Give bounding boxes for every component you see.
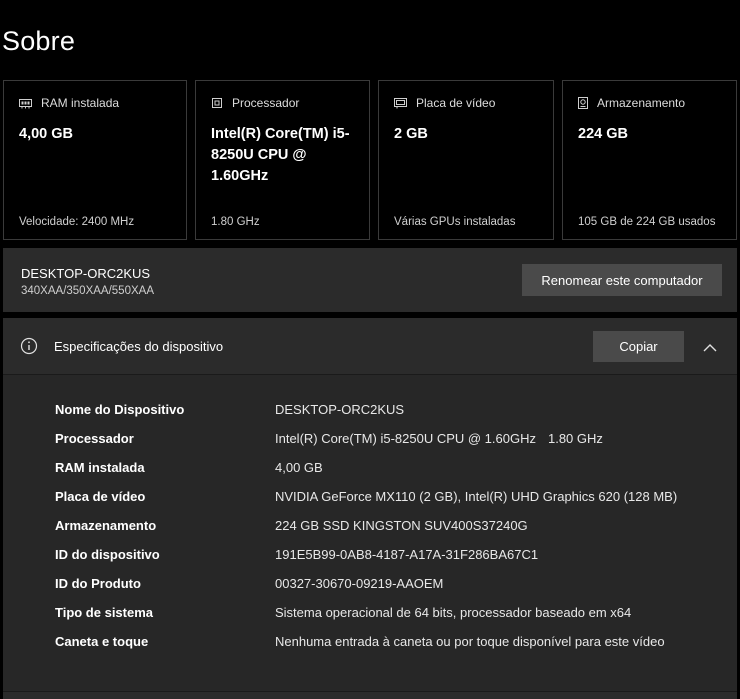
specs-title: Especificações do dispositivo [54,339,224,354]
spec-label: RAM instalada [55,460,145,475]
card-ram-value: 4,00 GB [19,126,73,142]
page-title: Sobre [2,26,76,56]
processor-icon [211,97,223,109]
device-model: 340XAA/350XAA/550XAA [21,285,154,297]
card-gpu-value: 2 GB [394,126,428,142]
spec-label: Tipo de sistema [55,605,154,620]
spec-value: 4,00 GB [275,460,323,475]
device-rename-panel: DESKTOP-ORC2KUS 340XAA/350XAA/550XAA Ren… [3,248,737,312]
spec-value: Intel(R) Core(TM) i5-8250U CPU @ 1.60GHz [275,431,536,446]
card-ram-header: RAM instalada [19,96,119,110]
spec-value: Sistema operacional de 64 bits, processa… [275,605,632,620]
card-gpu-header: Placa de vídeo [394,96,495,110]
spec-label: Caneta e toque [55,634,149,649]
spec-value: DESKTOP-ORC2KUS [275,402,405,417]
card-gpu-footer: Várias GPUs instaladas [394,216,516,228]
spec-value: 191E5B99-0AB8-4187-A17A-31F286BA67C1 [275,547,539,562]
chevron-up-icon[interactable] [703,339,717,357]
card-processor-footer: 1.80 GHz [211,216,260,228]
card-processor-value: Intel(R) Core(TM) i5-8250U CPU @ 1.60GHz [211,126,350,184]
device-name: DESKTOP-ORC2KUS [21,266,151,281]
card-ram: RAM instalada 4,00 GB Velocidade: 2400 M… [3,80,187,240]
spec-label: Nome do Dispositivo [55,402,185,417]
specs-header[interactable]: Especificações do dispositivo Copiar [3,318,737,375]
card-gpu-label: Placa de vídeo [416,96,496,110]
spec-label: ID do Produto [55,576,141,591]
card-storage-footer: 105 GB de 224 GB usados [578,216,716,228]
card-storage-header: Armazenamento [578,96,685,110]
specs-body: Nome do Dispositivo DESKTOP-ORC2KUS Proc… [3,375,737,691]
card-ram-footer: Velocidade: 2400 MHz [19,216,135,228]
gpu-icon [394,97,407,109]
storage-icon [578,97,588,109]
card-processor-label: Processador [232,96,300,110]
card-ram-label: RAM instalada [41,96,120,110]
spec-label: ID do dispositivo [55,547,160,562]
specs-divider [3,691,737,692]
card-processor-header: Processador [211,96,299,110]
spec-label: Armazenamento [55,518,157,533]
spec-label: Placa de vídeo [55,489,146,504]
spec-value: NVIDIA GeForce MX110 (2 GB), Intel(R) UH… [275,489,678,504]
spec-value: Nenhuma entrada à caneta ou por toque di… [275,634,665,649]
card-storage: Armazenamento 224 GB 105 GB de 224 GB us… [562,80,737,240]
info-icon [20,337,38,360]
spec-value: 224 GB SSD KINGSTON SUV400S37240G [275,518,528,533]
card-gpu: Placa de vídeo 2 GB Várias GPUs instalad… [378,80,554,240]
card-storage-value: 224 GB [578,126,628,142]
spec-value: 00327-30670-09219-AAOEM [275,576,444,591]
device-specifications-panel: Especificações do dispositivo Copiar Nom… [3,318,737,699]
spec-value-extra: 1.80 GHz [547,431,603,446]
card-processor: Processador Intel(R) Core(TM) i5-8250U C… [195,80,370,240]
rename-computer-button[interactable]: Renomear este computador [522,264,722,296]
spec-label: Processador [55,431,134,446]
card-storage-label: Armazenamento [597,96,686,110]
copy-button[interactable]: Copiar [593,331,684,362]
ram-icon [19,98,32,109]
